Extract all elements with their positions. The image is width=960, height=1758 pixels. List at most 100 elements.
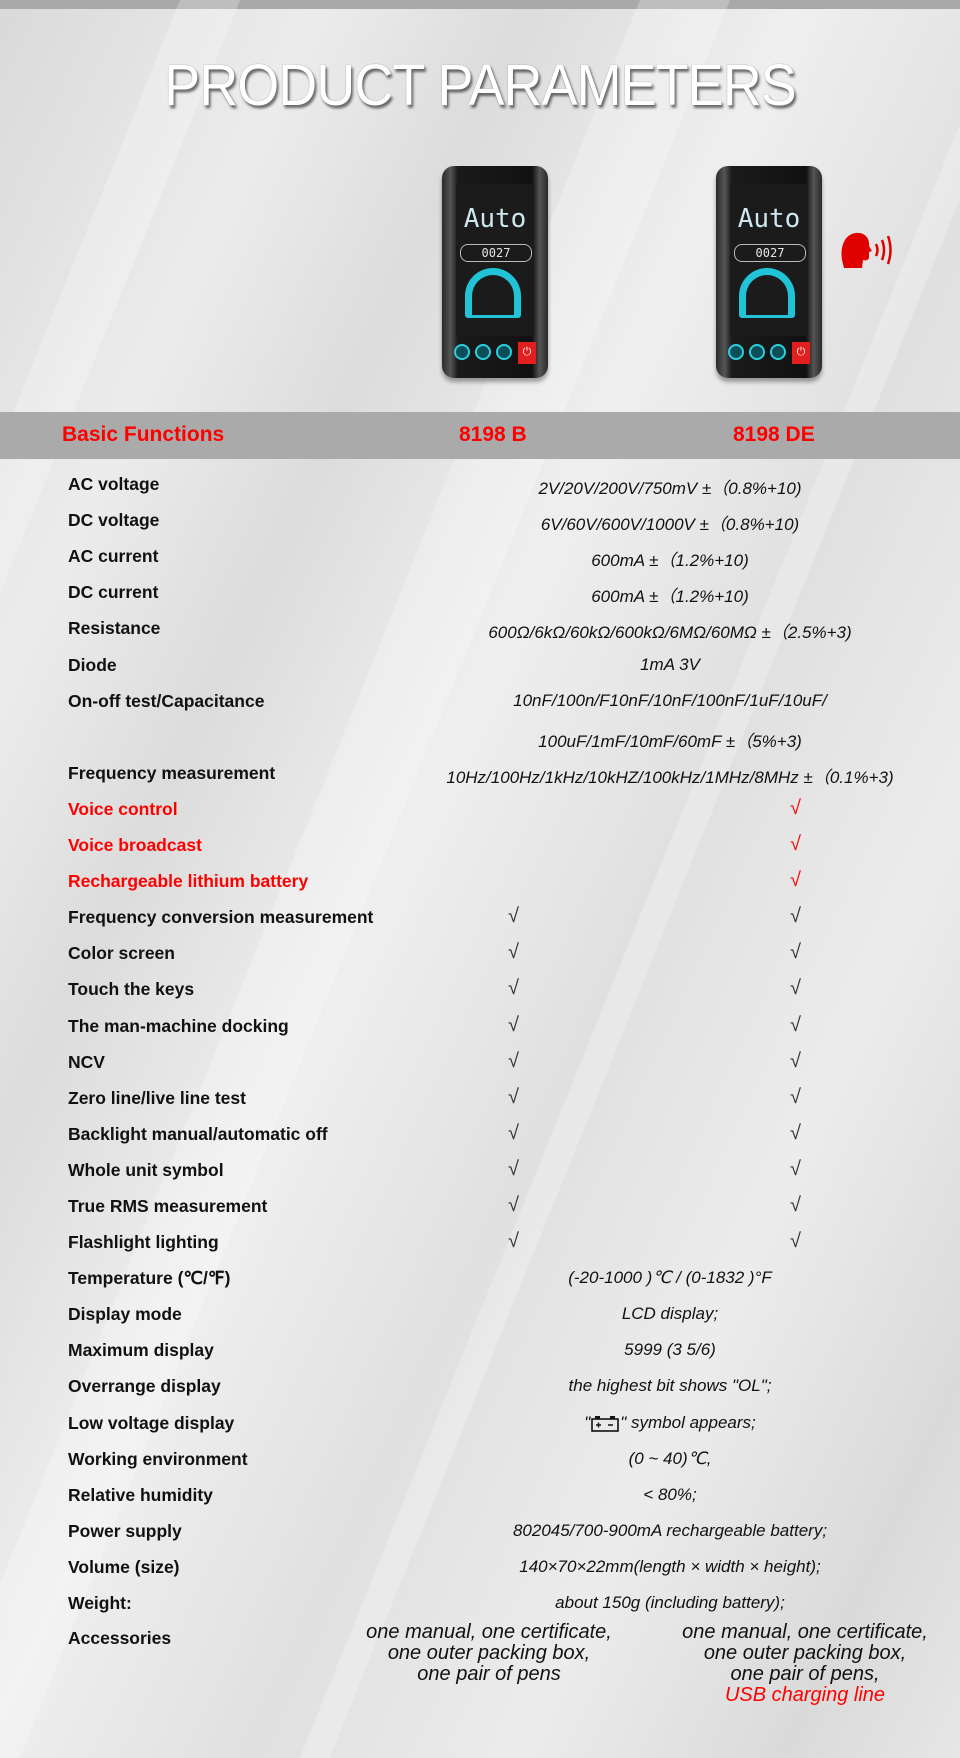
table-row: Touch the keys √ √ [0,977,960,1015]
checkmark-icon: √ [508,1086,519,1108]
table-row: Voice control √ [0,797,960,835]
table-row: Maximum display 5999 (3 5/6) [0,1340,960,1376]
table-row: Voice broadcast √ [0,833,960,871]
row-label: Flashlight lighting [68,1232,219,1252]
row-value: 600mA ±（1.2%+10) [591,551,749,570]
row-label: Frequency conversion measurement [68,907,374,927]
checkmark-icon: √ [508,1194,519,1216]
checkmark-icon: √ [790,797,801,819]
row-label: Volume (size) [68,1557,180,1577]
row-value: (0 ~ 40)℃, [628,1449,712,1468]
row-value: 100uF/1mF/10mF/60mF ±（5%+3) [538,732,802,751]
ncv-key-icon [454,344,470,360]
table-row: Backlight manual/automatic off √ √ [0,1122,960,1160]
accessory-line-usb: USB charging line [724,1684,886,1706]
ncv-key-icon [728,344,744,360]
checkmark-icon: √ [790,1122,801,1144]
row-label: DC voltage [68,510,160,530]
table-row: Flashlight lighting √ √ [0,1230,960,1268]
row-label: Maximum display [68,1340,214,1360]
top-bar [0,0,960,9]
checkmark-icon: √ [790,869,801,891]
row-label: Relative humidity [68,1485,213,1505]
checkmark-icon: √ [790,1014,801,1036]
row-label: Backlight manual/automatic off [68,1124,328,1144]
accessory-line: one manual, one certificate, [682,1621,928,1643]
multimeter-screen: Auto 0027 [730,184,808,336]
checkmark-icon: √ [508,977,519,999]
checkmark-icon: √ [790,1086,801,1108]
table-row: Overrange display the highest bit shows "… [0,1376,960,1412]
screen-reading: 0027 [460,244,532,262]
dial-icon [739,268,795,318]
screen-mode-text: Auto [737,204,801,234]
row-value: the highest bit shows "OL"; [568,1376,772,1395]
row-value: 600mA ±（1.2%+10) [591,587,749,606]
row-value: 140×70×22mm(length × width × height); [519,1557,821,1576]
table-row: On-off test/Capacitance 10nF/100n/F10nF/1… [0,691,960,727]
accessory-line: one pair of pens [417,1663,561,1685]
table-row: 100uF/1mF/10mF/60mF ±（5%+3) [0,727,960,763]
row-label: Whole unit symbol [68,1160,224,1180]
select-key-icon [475,344,491,360]
multimeter-body: Auto 0027 ⏻ [716,166,822,378]
row-label: Power supply [68,1521,182,1541]
table-row: Rechargeable lithium battery √ [0,869,960,907]
accessory-line: one outer packing box, [703,1642,907,1664]
power-icon: ⏻ [792,342,810,364]
table-row: The man-machine docking √ √ [0,1014,960,1052]
row-label: Voice control [68,799,178,819]
table-row: NCV √ √ [0,1050,960,1088]
table-row: Diode 1mA 3V [0,655,960,691]
multimeter-screen: Auto 0027 [456,184,534,336]
checkmark-icon: √ [508,1050,519,1072]
row-value: 6V/60V/600V/1000V ±（0.8%+10) [540,515,800,534]
table-row: AC current 600mA ±（1.2%+10) [0,546,960,582]
dial-icon [465,268,521,318]
table-row: True RMS measurement √ √ [0,1194,960,1232]
table-row: Color screen √ √ [0,941,960,979]
row-value: 5999 (3 5/6) [624,1340,716,1359]
table-row: Zero line/live line test √ √ [0,1086,960,1124]
table-row: Low voltage display " " symbol appears; [0,1413,960,1449]
table-row: Whole unit symbol √ √ [0,1158,960,1196]
table-row: DC voltage 6V/60V/600V/1000V ±（0.8%+10) [0,510,960,546]
row-value: 10nF/100n/F10nF/10nF/100nF/1uF/10uF/ [513,691,827,710]
checkmark-icon: √ [790,977,801,999]
table-row: Display mode LCD display; [0,1304,960,1340]
checkmark-icon: √ [790,941,801,963]
row-label: Zero line/live line test [68,1088,246,1108]
row-label: Touch the keys [68,979,195,999]
value-suffix: " symbol appears; [620,1413,756,1432]
table-row: Temperature (℃/℉) (-20-1000 )℃ / (0-1832 … [0,1268,960,1304]
row-value: 10Hz/100Hz/1kHz/10kHZ/100kHz/1MHz/8MHz ±… [446,768,894,787]
row-label: Diode [68,655,117,675]
row-label: DC current [68,582,159,602]
checkmark-icon: √ [790,1230,801,1252]
row-value: " " symbol appears; [380,1413,960,1433]
row-label: The man-machine docking [68,1016,289,1036]
table-row: Frequency conversion measurement √ √ [0,905,960,943]
row-value: 2V/20V/200V/750mV ±（0.8%+10) [538,479,802,498]
power-icon: ⏻ [518,342,536,364]
multimeter-keys: ⏻ [728,342,812,364]
row-label: Frequency measurement [68,763,276,783]
table-row: Resistance 600Ω/6kΩ/60kΩ/600kΩ/6MΩ/60MΩ ±… [0,618,960,654]
product-image-8198de: Auto 0027 ⏻ [716,166,822,382]
row-label: AC current [68,546,159,566]
row-label: Accessories [68,1628,172,1648]
row-label: Working environment [68,1449,248,1469]
table-row: Relative humidity < 80%; [0,1485,960,1521]
row-label: Low voltage display [68,1413,235,1433]
accessory-line: one pair of pens, [730,1663,880,1685]
row-value: 1mA 3V [640,655,700,674]
checkmark-icon: √ [790,833,801,855]
row-label: On-off test/Capacitance [68,691,265,711]
row-value: LCD display; [621,1304,719,1323]
row-label: Voice broadcast [68,835,202,855]
checkmark-icon: √ [508,1014,519,1036]
checkmark-icon: √ [790,1194,801,1216]
row-label: NCV [68,1052,105,1072]
checkmark-icon: √ [508,941,519,963]
row-label: Display mode [68,1304,182,1324]
